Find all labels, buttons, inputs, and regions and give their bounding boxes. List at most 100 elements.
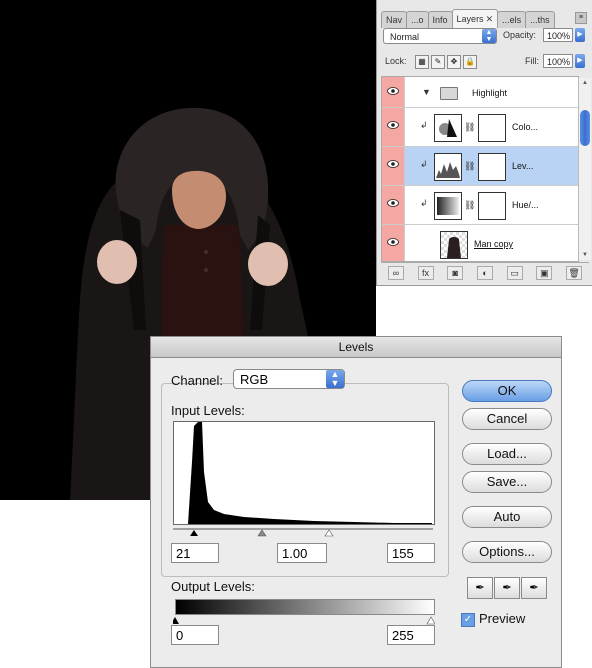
hue-saturation-icon: [437, 197, 459, 215]
layer-row-man-copy[interactable]: Man copy: [382, 225, 578, 261]
visibility-toggle[interactable]: [382, 77, 405, 107]
opacity-arrow-icon[interactable]: ▶: [575, 28, 585, 42]
visibility-toggle[interactable]: [382, 225, 405, 261]
visibility-toggle[interactable]: [382, 108, 405, 146]
input-gamma-field[interactable]: 1.00: [277, 543, 327, 563]
channel-label: Channel:: [171, 373, 224, 388]
lock-row: Lock: ▦ ✎ ✥ 🔒 Fill: 100% ▶: [383, 53, 589, 71]
adjustment-thumbnail[interactable]: [434, 153, 462, 181]
link-icon[interactable]: ∞: [387, 266, 404, 280]
auto-button[interactable]: Auto: [462, 506, 552, 528]
fill-field[interactable]: 100%: [543, 54, 573, 68]
layer-row-group[interactable]: ▼ Highlight: [382, 77, 578, 108]
layer-row-hue-saturation[interactable]: ↲ ⛓ Hue/...: [382, 186, 578, 225]
mask-thumbnail[interactable]: [478, 114, 506, 142]
figure-thumbnail-icon: [447, 237, 461, 258]
tab-histogram[interactable]: ...o: [406, 11, 429, 28]
preview-checkbox[interactable]: ✓: [461, 613, 475, 627]
output-white-field[interactable]: 255: [387, 625, 435, 645]
channel-select[interactable]: RGB ▲ ▼: [233, 369, 345, 389]
mask-thumbnail[interactable]: [478, 153, 506, 181]
blend-mode-select[interactable]: Normal ▲ ▼: [383, 28, 497, 44]
layers-panel: Nav ...o Info Layers ✕ ...els ...ths ≡ No…: [376, 0, 592, 286]
output-slider[interactable]: [171, 613, 436, 625]
preview-row[interactable]: ✓ Preview: [461, 611, 551, 629]
trash-icon[interactable]: 🗑: [566, 266, 583, 280]
eye-icon: [387, 87, 399, 95]
balance-icon: [439, 119, 457, 137]
scroll-up-icon[interactable]: ▲: [580, 78, 590, 88]
tab-info[interactable]: Info: [427, 11, 453, 28]
white-point-handle[interactable]: [324, 529, 334, 537]
black-point-handle[interactable]: [190, 530, 198, 536]
scroll-down-icon[interactable]: ▼: [580, 250, 590, 260]
folder-icon: [440, 87, 458, 100]
input-slider[interactable]: [173, 525, 433, 537]
chain-icon[interactable]: ⛓: [464, 200, 475, 211]
lock-move-icon[interactable]: ✥: [447, 55, 461, 69]
blend-mode-value: Normal: [390, 32, 420, 42]
histogram-icon: [436, 162, 460, 178]
gamma-handle[interactable]: [257, 529, 267, 537]
adjustment-thumbnail[interactable]: [434, 192, 462, 220]
mask-thumbnail[interactable]: [478, 192, 506, 220]
layer-name: Lev...: [512, 161, 534, 171]
chain-icon[interactable]: ⛓: [464, 122, 475, 133]
clip-arrow-icon: ↲: [420, 159, 428, 169]
fx-icon[interactable]: fx: [417, 266, 434, 280]
layer-name: Hue/...: [512, 200, 539, 210]
lock-all-icon[interactable]: 🔒: [463, 55, 477, 69]
visibility-toggle[interactable]: [382, 186, 405, 224]
scrollbar-thumb[interactable]: [580, 110, 590, 146]
lock-brush-icon[interactable]: ✎: [431, 55, 445, 69]
opacity-field[interactable]: 100%: [543, 28, 573, 42]
input-levels-label: Input Levels:: [171, 403, 245, 418]
channel-value: RGB: [240, 372, 269, 387]
disclosure-triangle-icon[interactable]: ▼: [422, 87, 431, 97]
output-white-handle[interactable]: [426, 616, 436, 625]
layers-scrollbar[interactable]: ▲ ▼: [578, 78, 591, 260]
output-black-field[interactable]: 0: [171, 625, 219, 645]
preview-label: Preview: [479, 611, 526, 626]
tab-paths[interactable]: ...ths: [525, 11, 555, 28]
save-button[interactable]: Save...: [462, 471, 552, 493]
layer-name: Colo...: [512, 122, 539, 132]
close-tab-icon[interactable]: ✕: [486, 14, 494, 24]
lock-label: Lock:: [385, 56, 407, 66]
chevron-updown-icon: ▲ ▼: [482, 29, 496, 43]
opacity-label: Opacity:: [503, 30, 537, 40]
mask-icon[interactable]: ◙: [447, 266, 464, 280]
new-layer-icon[interactable]: ▣: [536, 266, 553, 280]
tab-channels[interactable]: ...els: [497, 11, 527, 28]
layer-thumbnail[interactable]: [440, 231, 468, 259]
output-levels-label: Output Levels:: [171, 579, 255, 594]
chain-icon[interactable]: ⛓: [464, 161, 475, 172]
layers-footer: ∞ fx ◙ ◐ ▭ ▣ 🗑: [381, 262, 589, 283]
blend-row: Normal ▲ ▼ Opacity: 100% ▶: [383, 28, 589, 48]
adjustment-icon[interactable]: ◐: [476, 266, 493, 280]
tab-layers[interactable]: Layers ✕: [451, 9, 499, 28]
output-black-handle[interactable]: [171, 617, 179, 624]
adjustment-thumbnail[interactable]: [434, 114, 462, 142]
white-eyedropper-icon[interactable]: ✒: [521, 577, 547, 599]
layer-row-color-balance[interactable]: ↲ ⛓ Colo...: [382, 108, 578, 147]
visibility-toggle[interactable]: [382, 147, 405, 185]
layer-row-levels[interactable]: ↲ ⛓ Lev...: [382, 147, 578, 186]
input-black-field[interactable]: 21: [171, 543, 219, 563]
fill-arrow-icon[interactable]: ▶: [575, 54, 585, 68]
chevron-updown-icon: ▲ ▼: [326, 370, 344, 388]
gray-eyedropper-icon[interactable]: ✒: [494, 577, 520, 599]
layer-name: Man copy: [474, 239, 514, 249]
load-button[interactable]: Load...: [462, 443, 552, 465]
input-white-field[interactable]: 155: [387, 543, 435, 563]
fill-label: Fill:: [525, 56, 539, 66]
dialog-title[interactable]: Levels: [151, 337, 561, 358]
panel-menu-icon[interactable]: ≡: [575, 12, 587, 24]
black-eyedropper-icon[interactable]: ✒: [467, 577, 493, 599]
options-button[interactable]: Options...: [462, 541, 552, 563]
ok-button[interactable]: OK: [462, 380, 552, 402]
lock-transparency-icon[interactable]: ▦: [415, 55, 429, 69]
tab-navigator[interactable]: Nav: [381, 11, 408, 28]
folder-icon[interactable]: ▭: [506, 266, 523, 280]
cancel-button[interactable]: Cancel: [462, 408, 552, 430]
